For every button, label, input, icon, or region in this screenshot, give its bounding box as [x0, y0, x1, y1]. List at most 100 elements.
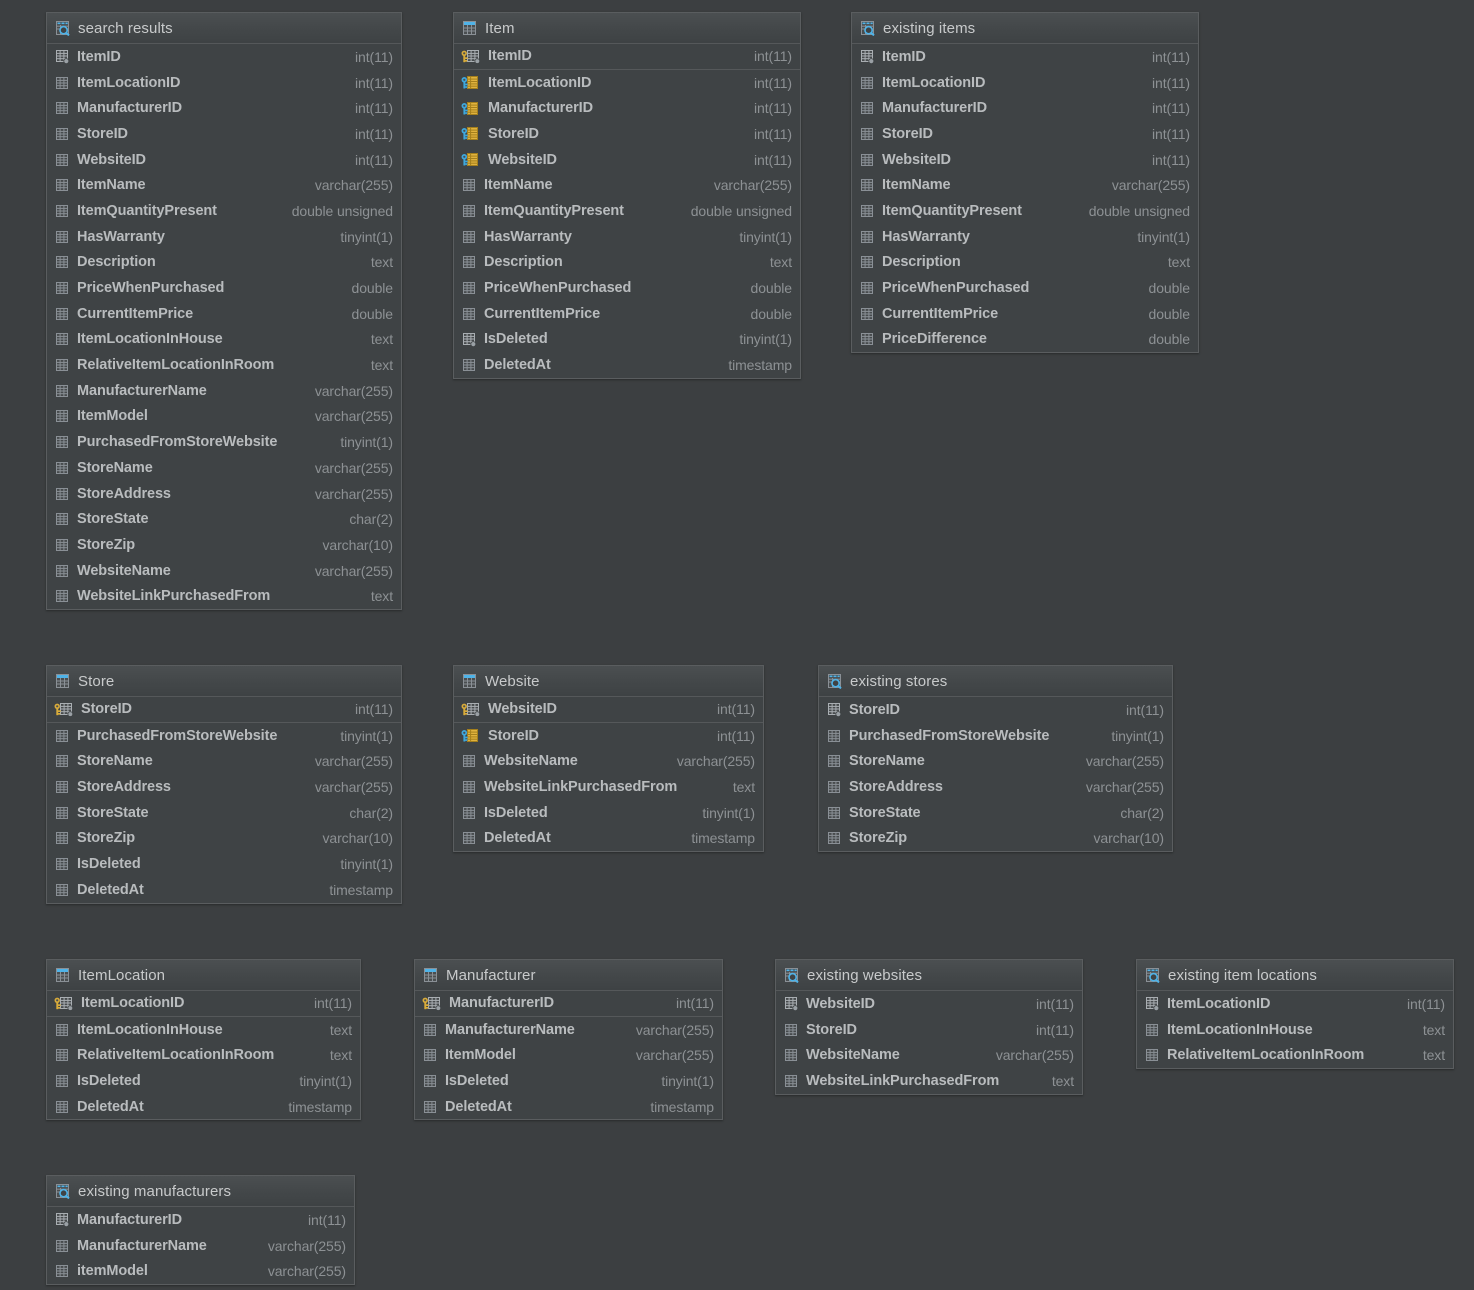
- column-row[interactable]: IsDeleted tinyint(1): [454, 327, 800, 353]
- column-row[interactable]: Description text: [454, 250, 800, 276]
- entity-header[interactable]: existing items: [852, 13, 1198, 44]
- column-row[interactable]: ItemLocationID int(11): [47, 70, 401, 96]
- column-row[interactable]: PurchasedFromStoreWebsite tinyint(1): [47, 723, 401, 749]
- column-row[interactable]: StoreID int(11): [776, 1017, 1082, 1043]
- column-row[interactable]: PriceWhenPurchased double: [454, 275, 800, 301]
- entity-header[interactable]: existing manufacturers: [47, 1176, 354, 1207]
- column-row[interactable]: WebsiteName varchar(255): [47, 558, 401, 584]
- column-row[interactable]: StoreAddress varchar(255): [819, 774, 1172, 800]
- column-row[interactable]: WebsiteLinkPurchasedFrom text: [47, 583, 401, 609]
- column-row[interactable]: ManufacturerName varchar(255): [47, 1233, 354, 1259]
- column-row[interactable]: ItemQuantityPresent double unsigned: [852, 198, 1198, 224]
- entity-existing-websites[interactable]: existing websites WebsiteID int(11) Store…: [775, 959, 1083, 1095]
- column-row[interactable]: WebsiteID int(11): [852, 147, 1198, 173]
- entity-header[interactable]: existing item locations: [1137, 960, 1453, 991]
- column-row[interactable]: ManufacturerID int(11): [852, 95, 1198, 121]
- column-row[interactable]: StoreZip varchar(10): [47, 532, 401, 558]
- entity-search-results[interactable]: search results ItemID int(11) ItemLocatio…: [46, 12, 402, 611]
- column-row[interactable]: IsDeleted tinyint(1): [47, 1068, 360, 1094]
- entity-header[interactable]: Website: [454, 666, 763, 697]
- entity-header[interactable]: Manufacturer: [415, 960, 722, 991]
- entity-header[interactable]: Store: [47, 666, 401, 697]
- column-row[interactable]: DeletedAt timestamp: [47, 877, 401, 903]
- entity-header[interactable]: search results: [47, 13, 401, 44]
- column-row[interactable]: ItemName varchar(255): [454, 172, 800, 198]
- column-row[interactable]: ItemID int(11): [852, 44, 1198, 70]
- column-row[interactable]: Description text: [852, 250, 1198, 276]
- column-row[interactable]: WebsiteID int(11): [454, 697, 763, 723]
- column-row[interactable]: ManufacturerID int(11): [47, 95, 401, 121]
- column-row[interactable]: ManufacturerID int(11): [415, 991, 722, 1017]
- column-row[interactable]: PriceWhenPurchased double: [852, 275, 1198, 301]
- column-row[interactable]: RelativeItemLocationInRoom text: [47, 1042, 360, 1068]
- entity-itemlocation[interactable]: ItemLocation ItemLocationID int(11) Item…: [46, 959, 361, 1121]
- column-row[interactable]: ItemLocationID int(11): [454, 70, 800, 96]
- column-row[interactable]: ManufacturerID int(11): [454, 95, 800, 121]
- entity-header[interactable]: existing stores: [819, 666, 1172, 697]
- column-row[interactable]: PriceWhenPurchased double: [47, 275, 401, 301]
- column-row[interactable]: ItemQuantityPresent double unsigned: [47, 198, 401, 224]
- column-row[interactable]: IsDeleted tinyint(1): [454, 800, 763, 826]
- column-row[interactable]: ItemModel varchar(255): [47, 404, 401, 430]
- column-row[interactable]: StoreState char(2): [47, 506, 401, 532]
- column-row[interactable]: StoreID int(11): [47, 121, 401, 147]
- column-row[interactable]: ItemLocationInHouse text: [1137, 1017, 1453, 1043]
- column-row[interactable]: StoreZip varchar(10): [819, 825, 1172, 851]
- schema-diagram-canvas[interactable]: search results ItemID int(11) ItemLocatio…: [0, 0, 1474, 1290]
- column-row[interactable]: ItemQuantityPresent double unsigned: [454, 198, 800, 224]
- entity-existing-manufacturers[interactable]: existing manufacturers ManufacturerID int…: [46, 1175, 355, 1286]
- column-row[interactable]: PurchasedFromStoreWebsite tinyint(1): [47, 429, 401, 455]
- column-row[interactable]: HasWarranty tinyint(1): [454, 224, 800, 250]
- column-row[interactable]: StoreName varchar(255): [47, 748, 401, 774]
- column-row[interactable]: ItemName varchar(255): [852, 172, 1198, 198]
- column-row[interactable]: ItemLocationInHouse text: [47, 327, 401, 353]
- column-row[interactable]: StoreName varchar(255): [819, 748, 1172, 774]
- column-row[interactable]: WebsiteID int(11): [454, 147, 800, 173]
- column-row[interactable]: StoreZip varchar(10): [47, 825, 401, 851]
- column-row[interactable]: StoreID int(11): [852, 121, 1198, 147]
- column-row[interactable]: StoreState char(2): [819, 800, 1172, 826]
- column-row[interactable]: ItemName varchar(255): [47, 172, 401, 198]
- column-row[interactable]: ItemModel varchar(255): [415, 1042, 722, 1068]
- entity-item[interactable]: Item ItemID int(11) ItemLocationID int(1…: [453, 12, 801, 379]
- column-row[interactable]: WebsiteID int(11): [47, 147, 401, 173]
- column-row[interactable]: CurrentItemPrice double: [47, 301, 401, 327]
- column-row[interactable]: RelativeItemLocationInRoom text: [1137, 1042, 1453, 1068]
- column-row[interactable]: WebsiteLinkPurchasedFrom text: [454, 774, 763, 800]
- column-row[interactable]: WebsiteID int(11): [776, 991, 1082, 1017]
- column-row[interactable]: StoreID int(11): [47, 697, 401, 723]
- column-row[interactable]: StoreAddress varchar(255): [47, 481, 401, 507]
- column-row[interactable]: DeletedAt timestamp: [454, 352, 800, 378]
- entity-existing-items[interactable]: existing items ItemID int(11) ItemLocatio…: [851, 12, 1199, 354]
- column-row[interactable]: StoreName varchar(255): [47, 455, 401, 481]
- column-row[interactable]: ItemID int(11): [47, 44, 401, 70]
- column-row[interactable]: WebsiteName varchar(255): [776, 1042, 1082, 1068]
- column-row[interactable]: IsDeleted tinyint(1): [415, 1068, 722, 1094]
- entity-store[interactable]: Store StoreID int(11) PurchasedFromStore…: [46, 665, 402, 904]
- entity-header[interactable]: existing websites: [776, 960, 1082, 991]
- entity-manufacturer[interactable]: Manufacturer ManufacturerID int(11) Manu…: [414, 959, 723, 1121]
- column-row[interactable]: Description text: [47, 250, 401, 276]
- column-row[interactable]: StoreID int(11): [819, 697, 1172, 723]
- column-row[interactable]: PriceDifference double: [852, 327, 1198, 353]
- column-row[interactable]: StoreState char(2): [47, 800, 401, 826]
- column-row[interactable]: ItemLocationID int(11): [852, 70, 1198, 96]
- column-row[interactable]: DeletedAt timestamp: [454, 825, 763, 851]
- column-row[interactable]: ManufacturerName varchar(255): [415, 1017, 722, 1043]
- column-row[interactable]: StoreAddress varchar(255): [47, 774, 401, 800]
- column-row[interactable]: CurrentItemPrice double: [852, 301, 1198, 327]
- column-row[interactable]: ItemLocationID int(11): [1137, 991, 1453, 1017]
- column-row[interactable]: RelativeItemLocationInRoom text: [47, 352, 401, 378]
- entity-header[interactable]: ItemLocation: [47, 960, 360, 991]
- column-row[interactable]: ManufacturerName varchar(255): [47, 378, 401, 404]
- column-row[interactable]: HasWarranty tinyint(1): [47, 224, 401, 250]
- column-row[interactable]: IsDeleted tinyint(1): [47, 851, 401, 877]
- entity-existing-stores[interactable]: existing stores StoreID int(11) Purchased…: [818, 665, 1173, 853]
- column-row[interactable]: ItemID int(11): [454, 44, 800, 70]
- column-row[interactable]: PurchasedFromStoreWebsite tinyint(1): [819, 723, 1172, 749]
- column-row[interactable]: CurrentItemPrice double: [454, 301, 800, 327]
- entity-header[interactable]: Item: [454, 13, 800, 44]
- column-row[interactable]: WebsiteName varchar(255): [454, 748, 763, 774]
- column-row[interactable]: ItemLocationInHouse text: [47, 1017, 360, 1043]
- column-row[interactable]: HasWarranty tinyint(1): [852, 224, 1198, 250]
